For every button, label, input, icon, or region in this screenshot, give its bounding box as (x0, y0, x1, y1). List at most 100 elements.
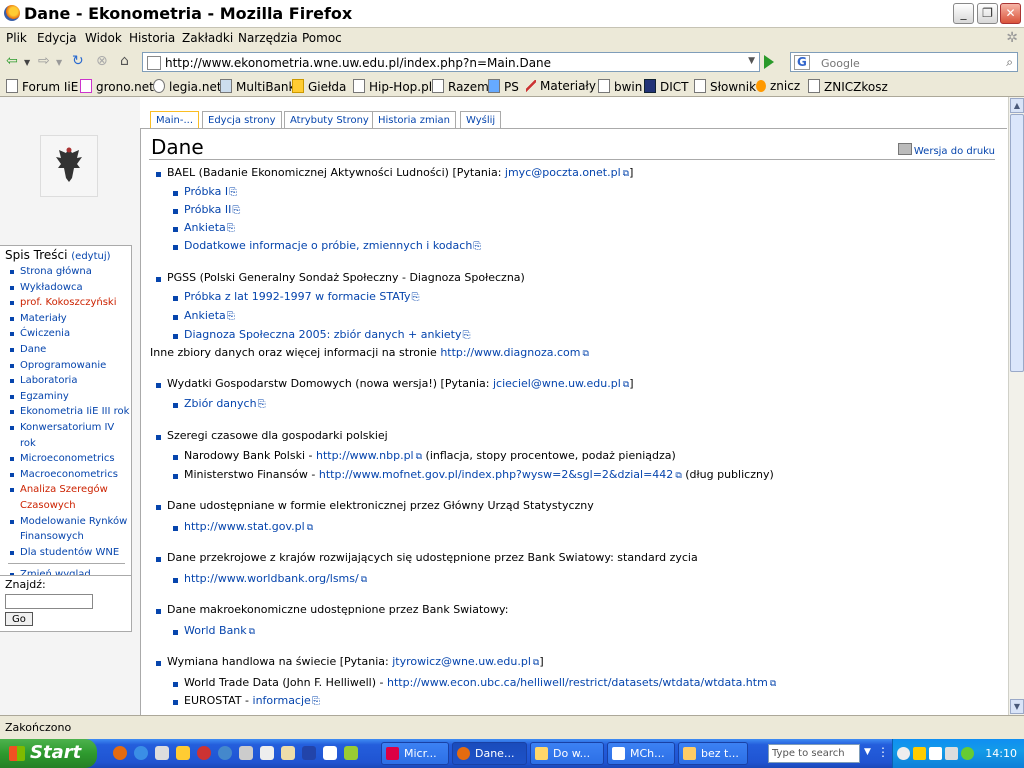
tray-expand-icon[interactable] (897, 747, 910, 760)
tray-app-icon[interactable] (929, 747, 942, 760)
language-icon[interactable] (913, 747, 926, 760)
minimize-button[interactable]: _ (953, 3, 974, 24)
attachment-link[interactable]: Zbiór danych (184, 397, 266, 410)
forward-icon[interactable]: ⇨ (38, 53, 50, 69)
external-link[interactable]: http://www.stat.gov.pl (184, 520, 313, 533)
taskbar-item[interactable]: Do w... (530, 742, 604, 765)
scroll-up-icon[interactable]: ▲ (1010, 98, 1024, 113)
taskbar-item[interactable]: MCh... (607, 742, 675, 765)
bookmark-item[interactable]: bwin (598, 79, 642, 94)
attachment-link[interactable]: Próbka z lat 1992-1997 w formacie STATy (184, 290, 419, 303)
back-dropdown-icon[interactable]: ▼ (24, 58, 30, 67)
go-arrow-icon[interactable] (764, 55, 774, 69)
print-version-link[interactable]: Wersja do druku (897, 143, 995, 157)
google-engine-icon[interactable]: G (794, 55, 810, 70)
app-quicklaunch-icon[interactable] (218, 746, 232, 760)
attachment-link[interactable]: Dodatkowe informacje o próbie, zmiennych… (184, 239, 481, 252)
menu-help[interactable]: Pomoc (302, 31, 342, 45)
attachment-link[interactable]: Ankieta (184, 221, 235, 234)
external-link[interactable]: http://www.nbp.pl (316, 449, 422, 462)
bookmark-item[interactable]: grono.net (80, 79, 154, 94)
bookmark-item[interactable]: MultiBank (220, 79, 295, 94)
sidebar-item-econometrics-iii[interactable]: Ekonometria IiE III rok (8, 404, 131, 420)
external-link[interactable]: World Bank (184, 624, 255, 637)
search-dropdown-icon[interactable]: ▼ (864, 747, 871, 757)
firefox-quicklaunch-icon[interactable] (113, 746, 127, 760)
external-link[interactable]: http://www.worldbank.org/lsms/ (184, 572, 367, 585)
bookmark-item[interactable]: Forum IiE (6, 79, 78, 94)
sidebar-item-time-series[interactable]: Analiza Szeregów Czasowych (8, 482, 131, 513)
sidebar-item-seminar-iv[interactable]: Konwersatorium IV rok (8, 420, 131, 451)
scroll-down-icon[interactable]: ▼ (1010, 699, 1024, 714)
sidebar-item-exams[interactable]: Egzaminy (8, 389, 131, 405)
home-icon[interactable]: ⌂ (120, 53, 129, 69)
sidebar-item-home[interactable]: Strona główna (8, 264, 131, 280)
stop-icon[interactable]: ⊗ (96, 53, 108, 69)
sidebar-item-financial-markets[interactable]: Modelowanie Rynków Finansowych (8, 514, 131, 545)
bookmark-item[interactable]: Słownik (694, 79, 756, 94)
attachment-link[interactable]: Próbka I (184, 185, 237, 198)
app-quicklaunch-icon[interactable] (344, 746, 358, 760)
sidebar-item-microeconometrics[interactable]: Microeconometrics (8, 451, 131, 467)
scroll-thumb[interactable] (1010, 114, 1024, 372)
reload-icon[interactable]: ↻ (72, 53, 84, 69)
email-link[interactable]: jcieciel@wne.uw.edu.pl (493, 377, 629, 390)
sidebar-item-professor[interactable]: prof. Kokoszczyński (8, 295, 131, 311)
forward-dropdown-icon[interactable]: ▼ (56, 58, 62, 67)
search-bar[interactable]: G ⌕ (790, 52, 1018, 72)
sidebar-item-macroeconometrics[interactable]: Macroeconometrics (8, 467, 131, 483)
url-text[interactable]: http://www.ekonometria.wne.uw.edu.pl/ind… (165, 56, 551, 70)
attachment-link[interactable]: Próbka II (184, 203, 240, 216)
vertical-scrollbar[interactable]: ▲ ▼ (1008, 97, 1024, 715)
sidebar-item-materials[interactable]: Materiały (8, 311, 131, 327)
attachment-link[interactable]: informacje (253, 694, 320, 707)
bookmark-item[interactable]: legia.net (153, 79, 222, 94)
back-icon[interactable]: ⇦ (6, 53, 18, 69)
search-options-icon[interactable]: ⋮ (877, 745, 889, 759)
find-input[interactable] (5, 594, 93, 609)
search-icon[interactable]: ⌕ (1006, 55, 1013, 70)
maximize-button[interactable]: ❐ (977, 3, 998, 24)
external-link[interactable]: http://www.diagnoza.com (440, 346, 589, 359)
bookmark-item[interactable]: Razem (432, 79, 489, 94)
ie-quicklaunch-icon[interactable] (134, 746, 148, 760)
sidebar-item-software[interactable]: Oprogramowanie (8, 358, 131, 374)
menu-history[interactable]: Historia (129, 31, 175, 45)
attachment-link[interactable]: Ankieta (184, 309, 235, 322)
menu-edit[interactable]: Edycja (37, 31, 77, 45)
bookmark-item[interactable]: Materiały (526, 79, 596, 93)
taskbar-item[interactable]: Micr... (381, 742, 449, 765)
sidebar-item-students[interactable]: Dla studentów WNE (8, 545, 131, 561)
toc-edit-link[interactable]: (edytuj) (71, 251, 110, 262)
sidebar-item-exercises[interactable]: Ćwiczenia (8, 326, 131, 342)
external-link[interactable]: http://www.mofnet.gov.pl/index.php?wysw=… (319, 468, 682, 481)
taskbar-item[interactable]: bez t... (678, 742, 748, 765)
media-quicklaunch-icon[interactable] (155, 746, 169, 760)
sidebar-item-data[interactable]: Dane (8, 342, 131, 358)
r-quicklaunch-icon[interactable] (302, 746, 316, 760)
bookmark-item[interactable]: znicz (756, 79, 800, 93)
menu-file[interactable]: Plik (6, 31, 27, 45)
app-quicklaunch-icon[interactable] (239, 746, 253, 760)
tray-app-icon[interactable] (961, 747, 974, 760)
url-dropdown-icon[interactable]: ▼ (748, 56, 755, 66)
search-input[interactable] (819, 54, 993, 72)
app-quicklaunch-icon[interactable] (176, 746, 190, 760)
sidebar-item-labs[interactable]: Laboratoria (8, 373, 131, 389)
url-bar[interactable]: http://www.ekonometria.wne.uw.edu.pl/ind… (142, 52, 760, 72)
email-link[interactable]: jtyrowicz@wne.uw.edu.pl (392, 655, 539, 668)
bookmark-item[interactable]: PS (488, 79, 519, 94)
menu-view[interactable]: Widok (85, 31, 122, 45)
bookmark-item[interactable]: ZNICZkosz (808, 79, 888, 94)
bookmark-item[interactable]: DICT (644, 79, 689, 94)
email-link[interactable]: jmyc@poczta.onet.pl (505, 166, 629, 179)
tray-app-icon[interactable] (945, 747, 958, 760)
app-quicklaunch-icon[interactable] (281, 746, 295, 760)
sidebar-item-lecturer[interactable]: Wykładowca (8, 280, 131, 296)
menu-tools[interactable]: Narzędzia (238, 31, 298, 45)
start-button[interactable]: Start (0, 739, 97, 768)
app-quicklaunch-icon[interactable] (323, 746, 337, 760)
menu-bookmarks[interactable]: Zakładki (182, 31, 233, 45)
attachment-link[interactable]: Diagnoza Społeczna 2005: zbiór danych + … (184, 328, 471, 341)
bookmark-item[interactable]: Giełda (292, 79, 346, 94)
